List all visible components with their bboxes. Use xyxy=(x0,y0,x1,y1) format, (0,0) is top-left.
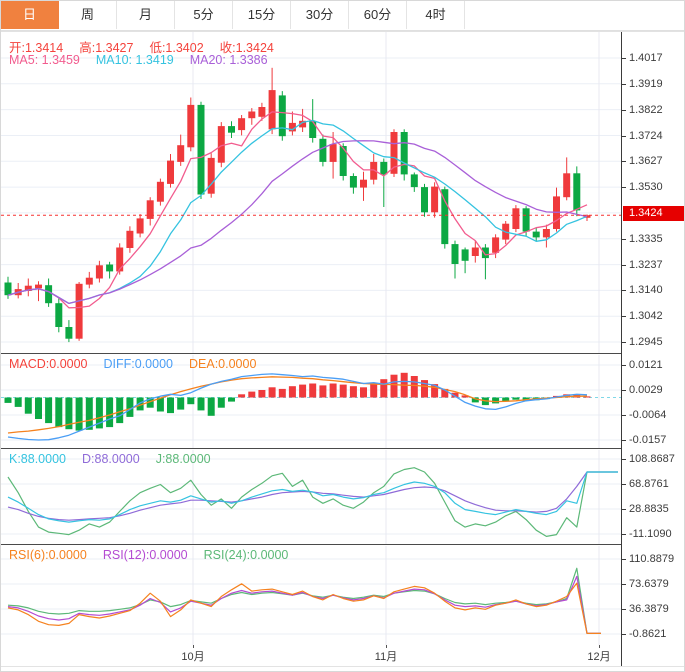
axis-tick xyxy=(622,440,626,441)
tab-60分[interactable]: 60分 xyxy=(349,1,407,29)
trading-chart-app: 日周月5分15分30分60分4时 开:1.3414高:1.3427低:1.340… xyxy=(0,0,685,672)
y-axis-label: 1.4017 xyxy=(629,51,663,65)
y-axis-label: 1.3335 xyxy=(629,232,663,246)
candlestick-chart-canvas[interactable] xyxy=(1,32,621,354)
axis-tick xyxy=(622,290,626,291)
axis-tick xyxy=(622,136,626,137)
readout-ma20: MA20: 1.3386 xyxy=(190,53,268,67)
macd-panel: MACD:0.0000DIFF:0.0000DEA:0.0000 0.01210… xyxy=(1,353,685,449)
axis-tick xyxy=(622,84,626,85)
axis-tick xyxy=(622,316,626,317)
readout-diff: DIFF:0.0000 xyxy=(104,357,173,371)
readout-j: J:88.0000 xyxy=(156,452,211,466)
y-axis-label: 1.3042 xyxy=(629,309,663,323)
axis-tick xyxy=(622,459,626,460)
readout-rsi24: RSI(24):0.0000 xyxy=(204,548,289,562)
axis-tick xyxy=(622,609,626,610)
tab-周[interactable]: 周 xyxy=(59,1,117,29)
y-axis-label: 1.2945 xyxy=(629,335,663,349)
time-axis-labels: 10月 11月 12月 xyxy=(1,645,685,667)
macd-axis: 0.0121 0.0029 -0.0064 -0.0157 xyxy=(621,354,685,449)
ma-readout: MA5: 1.3459 MA10: 1.3419 MA20: 1.3386 xyxy=(9,53,284,67)
y-axis-label: 73.6379 xyxy=(629,577,669,591)
readout-ma10: MA10: 1.3419 xyxy=(96,53,174,67)
axis-tick xyxy=(622,110,626,111)
y-axis-label: 36.3879 xyxy=(629,602,669,616)
x-axis-label: 11月 xyxy=(375,648,397,664)
axis-tick xyxy=(622,415,626,416)
time-axis: 10月 11月 12月 xyxy=(1,645,685,672)
y-axis-label: -0.0064 xyxy=(629,408,666,422)
axis-tick xyxy=(622,187,626,188)
y-axis-label: 108.8687 xyxy=(629,452,675,466)
y-axis-label: 1.3140 xyxy=(629,283,663,297)
axis-tick xyxy=(622,58,626,59)
axis-tick xyxy=(622,239,626,240)
tab-日[interactable]: 日 xyxy=(1,1,59,29)
tab-月[interactable]: 月 xyxy=(117,1,175,29)
tab-15分[interactable]: 15分 xyxy=(233,1,291,29)
readout-d: D:88.0000 xyxy=(82,452,140,466)
axis-line xyxy=(621,645,622,666)
axis-tick xyxy=(622,534,626,535)
x-axis-label: 12月 xyxy=(587,648,610,664)
axis-tick xyxy=(622,342,626,343)
rsi-panel: RSI(6):0.0000 RSI(12):0.0000 RSI(24):0.000… xyxy=(1,544,685,646)
y-axis-label: 1.3530 xyxy=(629,180,663,194)
y-axis-label: -0.0157 xyxy=(629,433,666,447)
readout-macd: MACD:0.0000 xyxy=(9,357,88,371)
readout-k: K:88.0000 xyxy=(9,452,66,466)
axis-tick xyxy=(622,484,626,485)
period-tabbar: 日周月5分15分30分60分4时 xyxy=(1,1,685,31)
axis-tick xyxy=(622,559,626,560)
tab-4时[interactable]: 4时 xyxy=(407,1,465,29)
y-axis-label: 1.3724 xyxy=(629,129,663,143)
current-price-tag: 1.3424 xyxy=(623,206,685,221)
readout-dea: DEA:0.0000 xyxy=(189,357,256,371)
rsi-readout: RSI(6):0.0000 RSI(12):0.0000 RSI(24):0.000… xyxy=(9,548,304,562)
macd-readout: MACD:0.0000 DIFF:0.0000 DEA:0.0000 xyxy=(9,357,272,371)
y-axis-label: 0.0121 xyxy=(629,358,663,372)
price-axis: 1.3424 1.4017 1.3919 1.3822 1.3724 1.3627 1.3… xyxy=(621,32,685,354)
tab-30分[interactable]: 30分 xyxy=(291,1,349,29)
y-axis-label: 110.8879 xyxy=(629,552,674,566)
y-axis-label: 68.8761 xyxy=(629,477,669,491)
kdj-readout: K:88.0000 D:88.0000 J:88.0000 xyxy=(9,452,227,466)
axis-tick xyxy=(622,634,626,635)
rsi-axis: 110.8879 73.6379 36.3879 -0.8621 xyxy=(621,545,685,646)
y-axis-label: -0.8621 xyxy=(629,627,666,641)
y-axis-label: 28.8835 xyxy=(629,502,669,516)
axis-tick xyxy=(622,365,626,366)
axis-tick xyxy=(622,161,626,162)
readout-rsi6: RSI(6):0.0000 xyxy=(9,548,87,562)
x-axis-label: 10月 xyxy=(181,648,204,664)
kdj-panel: K:88.0000 D:88.0000 J:88.0000 108.8687 68.8… xyxy=(1,448,685,545)
main-chart-panel: 开:1.3414高:1.3427低:1.3402收:1.3424 MA5: 1.… xyxy=(1,31,685,354)
y-axis-label: 1.3627 xyxy=(629,154,663,168)
axis-tick xyxy=(622,390,626,391)
tab-5分[interactable]: 5分 xyxy=(175,1,233,29)
y-axis-label: 1.3822 xyxy=(629,103,663,117)
axis-tick xyxy=(622,265,626,266)
y-axis-label: 0.0029 xyxy=(629,383,663,397)
y-axis-label: 1.3237 xyxy=(629,258,663,272)
readout-ma5: MA5: 1.3459 xyxy=(9,53,80,67)
y-axis-label: 1.3919 xyxy=(629,77,663,91)
y-axis-label: -11.1090 xyxy=(629,527,672,541)
axis-tick xyxy=(622,584,626,585)
axis-tick xyxy=(622,509,626,510)
kdj-axis: 108.8687 68.8761 28.8835 -11.1090 xyxy=(621,449,685,545)
readout-rsi12: RSI(12):0.0000 xyxy=(103,548,188,562)
